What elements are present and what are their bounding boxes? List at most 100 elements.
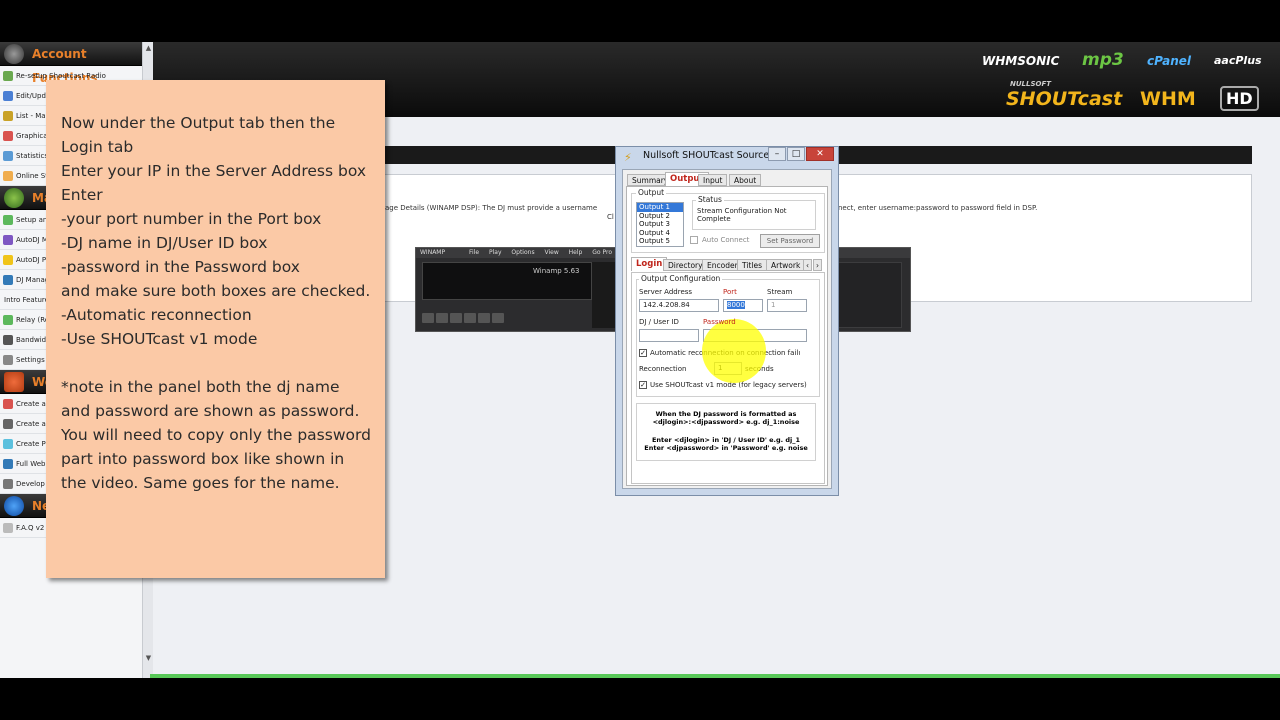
scroll-up-icon[interactable]: ▲ <box>144 44 153 54</box>
pause-icon[interactable] <box>450 313 462 323</box>
minimize-button[interactable]: – <box>768 147 786 161</box>
port-input[interactable]: 8000 <box>723 299 763 312</box>
eject-icon[interactable] <box>492 313 504 323</box>
edit-icon <box>3 91 13 101</box>
note-remark: *note in the panel both the dj name and … <box>61 378 371 492</box>
tab-scroll-left-icon[interactable]: ‹ <box>803 259 812 271</box>
cursor-highlight <box>702 319 766 383</box>
desktop-area: Account Functions Re-setup Shoutcast Rad… <box>0 42 1280 678</box>
output-group: Output Output 1 Output 2 Output 3 Output… <box>631 188 825 253</box>
panel-description: age Details (WINAMP DSP): The DJ must pr… <box>385 204 598 212</box>
winamp-display: Winamp 5.63 <box>422 262 592 300</box>
winamp-menu-file[interactable]: File <box>469 249 479 256</box>
plus-icon <box>3 215 13 225</box>
status-text: Stream Configuration Not Complete <box>697 207 787 223</box>
winamp-menu-help[interactable]: Help <box>569 249 583 256</box>
html5-icon <box>4 372 24 392</box>
output-list-item[interactable]: Output 1 <box>637 203 683 212</box>
refresh-icon <box>3 71 13 81</box>
close-button[interactable]: ✕ <box>806 147 834 161</box>
shoutcast-titlebar[interactable]: ⚡ Nullsoft SHOUTcast Source – □ ✕ <box>616 147 838 164</box>
tab-input[interactable]: Input <box>698 174 728 186</box>
prev-icon[interactable] <box>422 313 434 323</box>
user-icon <box>3 275 13 285</box>
bandwidth-icon <box>3 335 13 345</box>
cpanel-logo: cPanel <box>1147 54 1192 68</box>
users-icon <box>4 188 24 208</box>
web-icon <box>3 459 13 469</box>
shoutcast-logo: SHOUTcast <box>1006 88 1123 110</box>
auto-connect-checkbox[interactable] <box>690 236 698 244</box>
winamp-version: Winamp 5.63 <box>533 267 580 275</box>
sidebar-section-account-functions[interactable]: Account Functions <box>0 42 152 85</box>
lightning-icon: ⚡ <box>624 151 632 164</box>
next-icon[interactable] <box>478 313 490 323</box>
winamp-menu-options[interactable]: Options <box>511 249 534 256</box>
stream-input[interactable]: 1 <box>767 299 807 312</box>
whmsonic-logo: WHMSONIC <box>982 54 1060 68</box>
stats-icon <box>3 151 13 161</box>
play-icon[interactable] <box>436 313 448 323</box>
panel-description-fragment: Cl <box>607 213 614 221</box>
aacplus-logo: aacPlus <box>1214 54 1262 67</box>
tab-about[interactable]: About <box>729 174 762 186</box>
tab-scroll-right-icon[interactable]: › <box>813 259 822 271</box>
stream-label: Stream <box>767 288 793 296</box>
password-label: Password <box>703 318 736 326</box>
v1-mode-checkbox[interactable]: ✓ <box>639 381 647 389</box>
chart-icon <box>3 131 13 141</box>
star-icon <box>3 255 13 265</box>
partner-logos: WHMSONIC mp3 cPanel aacPlus NULLSOFT SHO… <box>982 48 1272 114</box>
panel-description-right: nect, enter username:password to passwor… <box>838 204 1038 212</box>
note-instructions: Now under the Output tab then the Login … <box>61 114 371 348</box>
status-label: Status <box>696 195 724 204</box>
dj-user-id-input[interactable] <box>639 329 699 342</box>
maximize-button[interactable]: □ <box>787 147 805 161</box>
code-icon <box>3 479 13 489</box>
server-address-input[interactable]: 142.4.208.84 <box>639 299 719 312</box>
winamp-menu-play[interactable]: Play <box>489 249 502 256</box>
relay-icon <box>3 315 13 325</box>
output-list-item[interactable]: Output 5 <box>637 237 683 246</box>
info-icon <box>4 496 24 516</box>
auto-reconnect-checkbox[interactable]: ✓ <box>639 349 647 357</box>
output-group-label: Output <box>636 188 667 197</box>
instruction-note: Now under the Output tab then the Login … <box>46 80 385 578</box>
stop-icon[interactable] <box>464 313 476 323</box>
output-list-item[interactable]: Output 3 <box>637 220 683 229</box>
info-line-1: When the DJ password is formatted as <box>655 410 797 418</box>
info-line-4: Enter <djpassword> in 'Password' e.g. no… <box>644 444 808 452</box>
set-password-button[interactable]: Set Password <box>760 234 820 248</box>
document-icon <box>3 523 13 533</box>
winamp-menu-view[interactable]: View <box>545 249 559 256</box>
subtab-directory[interactable]: Directory <box>663 259 708 271</box>
window-title: Nullsoft SHOUTcast Source <box>643 150 770 161</box>
status-group: Status Stream Configuration Not Complete <box>692 195 816 230</box>
player-icon <box>3 439 13 449</box>
lightning-icon <box>3 171 13 181</box>
winamp-controls[interactable] <box>422 308 582 323</box>
winamp-menu-gopro[interactable]: Go Pro <box>592 249 612 256</box>
output-list[interactable]: Output 1 Output 2 Output 3 Output 4 Outp… <box>636 202 684 247</box>
output-list-item[interactable]: Output 4 <box>637 229 683 238</box>
reconnection-label: Reconnection <box>639 365 687 373</box>
port-value: 8000 <box>727 301 745 309</box>
status-strip <box>150 674 1280 678</box>
gear-icon <box>4 44 24 64</box>
scroll-down-icon[interactable]: ▼ <box>144 654 153 664</box>
main-tabs: Summary Output Input About <box>627 172 827 186</box>
auto-connect-label: Auto Connect <box>702 236 750 244</box>
pencil-icon <box>3 399 13 409</box>
whm-logo: WHM <box>1140 88 1196 110</box>
output-list-item[interactable]: Output 2 <box>637 212 683 221</box>
subtab-artwork[interactable]: Artwork <box>766 259 806 271</box>
info-line-2: <djlogin>:<djpassword> e.g. dj_1:noise <box>652 418 800 426</box>
list-icon <box>3 111 13 121</box>
shoutcast-source-window[interactable]: ⚡ Nullsoft SHOUTcast Source – □ ✕ Summar… <box>615 146 839 496</box>
port-label: Port <box>723 288 737 296</box>
info-line-3: Enter <djlogin> in 'DJ / User ID' e.g. d… <box>651 436 801 444</box>
hd-badge: HD <box>1220 86 1259 111</box>
subtab-login[interactable]: Login <box>631 257 668 271</box>
subtab-titles[interactable]: Titles <box>737 259 767 271</box>
nullsoft-logo: NULLSOFT <box>1010 80 1052 88</box>
